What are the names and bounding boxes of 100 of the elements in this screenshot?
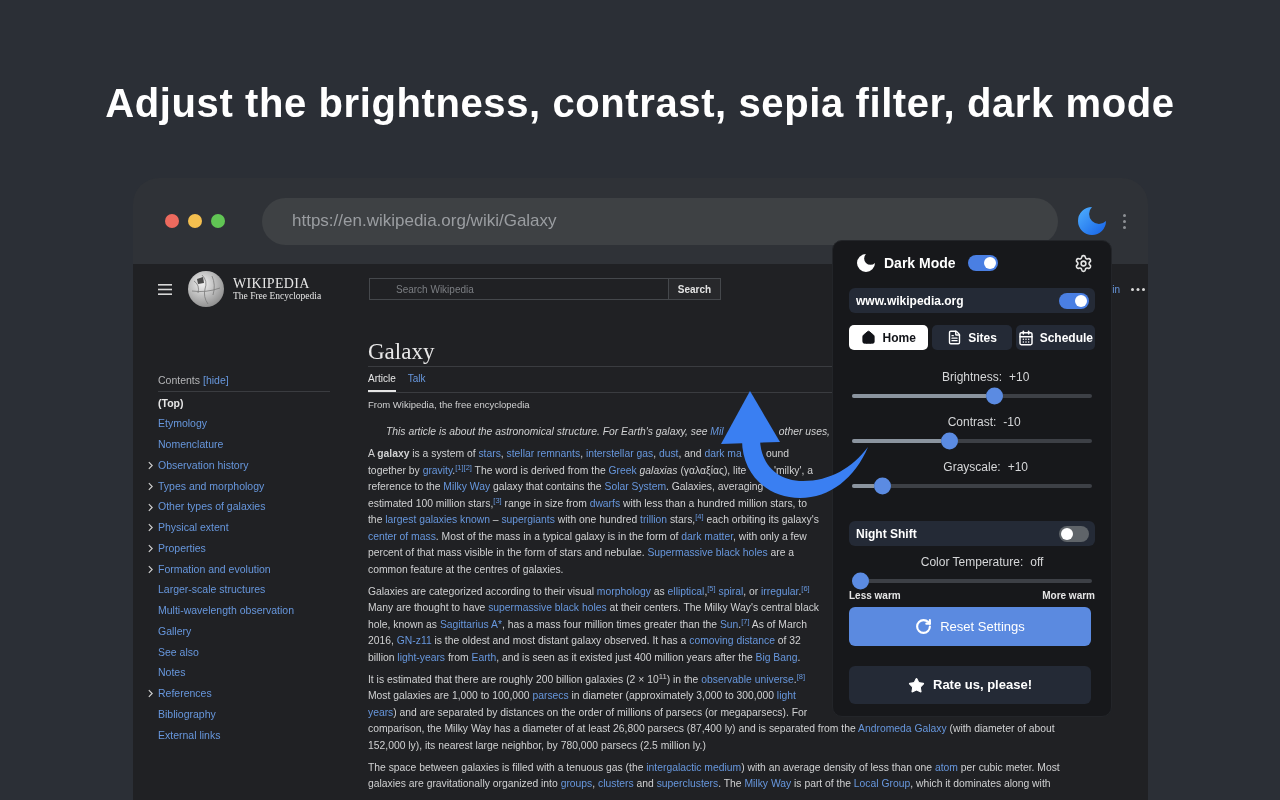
toggle-switch[interactable] <box>1059 292 1089 309</box>
contents-link[interactable]: Other types of galaxies <box>158 499 266 515</box>
slider-thumb[interactable] <box>985 387 1003 405</box>
rate-button[interactable]: Rate us, please! <box>849 666 1091 704</box>
headline: Adjust the brightness, contrast, sepia filter, dark mode <box>105 80 1175 126</box>
article-link[interactable]: light <box>776 690 796 701</box>
globe-logo-icon[interactable] <box>188 271 224 307</box>
reset-button[interactable]: Reset Settings <box>849 607 1091 646</box>
house-icon <box>861 330 877 345</box>
toggle-switch[interactable] <box>967 255 998 271</box>
article-link[interactable]: center of mass <box>368 530 436 542</box>
contents-link[interactable]: Types and morphology <box>158 478 265 495</box>
contents-link[interactable]: Gallery <box>158 623 192 640</box>
account-link[interactable]: in <box>1112 281 1120 297</box>
settings-icon[interactable] <box>1074 253 1093 273</box>
article-link[interactable]: GN-z11 <box>396 635 432 646</box>
article-link[interactable]: Mil <box>710 426 724 437</box>
article-link[interactable]: morphology <box>596 585 651 597</box>
popup-tab[interactable]: Sites <box>932 325 1012 350</box>
maximize-window-icon[interactable] <box>211 214 225 228</box>
article-link[interactable]: atom <box>934 761 958 773</box>
kebab-menu-icon[interactable] <box>1123 213 1126 229</box>
hide-link[interactable]: [hide] <box>203 372 229 388</box>
article-link[interactable]: light-years <box>397 651 446 663</box>
contents-link[interactable]: Nomenclature <box>158 437 224 453</box>
article-link[interactable]: largest galaxies known <box>385 514 490 525</box>
slider-reading: -10 <box>1002 414 1022 430</box>
min-label: Less warm <box>849 590 901 602</box>
slider-reading: +10 <box>1006 459 1030 475</box>
article-link[interactable]: Milky Way <box>744 778 792 789</box>
chevron-icon[interactable] <box>148 689 153 699</box>
article-link[interactable]: Sun <box>719 618 739 630</box>
document-icon <box>947 330 963 345</box>
contents-link[interactable]: Physical extent <box>158 520 229 536</box>
article-link[interactable]: Big Bang <box>755 651 798 663</box>
article-link[interactable]: parsecs <box>532 690 569 701</box>
more-icon[interactable] <box>1131 287 1145 291</box>
slider-thumb[interactable] <box>941 432 959 450</box>
moon-extension-icon[interactable] <box>1078 207 1106 235</box>
contents-link[interactable]: Notes <box>158 665 186 681</box>
article-link[interactable]: Greek <box>608 464 637 476</box>
search-button[interactable]: Search <box>669 278 721 300</box>
slider-reading: off <box>1029 554 1045 570</box>
article-link[interactable]: dark ma <box>704 448 742 459</box>
popup-title: Dark Mode <box>884 253 956 273</box>
contents-link[interactable]: Multi-wavelength observation <box>158 603 294 619</box>
close-window-icon[interactable] <box>165 214 179 228</box>
contents-link[interactable]: (Top) <box>158 395 184 412</box>
slider-thumb[interactable] <box>874 477 892 495</box>
contents-link[interactable]: External links <box>158 727 221 744</box>
article-link[interactable]: clusters <box>598 778 634 789</box>
popup-tab[interactable]: Home <box>849 325 929 350</box>
article-link[interactable]: stars <box>478 448 501 459</box>
article-link[interactable]: elliptical <box>667 585 705 597</box>
article-link[interactable]: dark matter <box>681 530 734 542</box>
search-field[interactable]: Search Wikipedia <box>369 278 669 300</box>
chevron-icon[interactable] <box>148 502 153 512</box>
chevron-icon[interactable] <box>148 564 153 574</box>
article-link[interactable]: Sagittarius A* <box>439 618 502 630</box>
chevron-icon[interactable] <box>148 461 153 471</box>
chevron-icon[interactable] <box>148 481 153 491</box>
slider-label: Grayscale: <box>943 459 1001 475</box>
article-tab[interactable]: Article <box>368 367 396 392</box>
toggle-switch[interactable] <box>1059 525 1089 542</box>
star-icon <box>908 676 925 694</box>
article-link[interactable]: comoving distance <box>689 635 775 646</box>
reset-icon <box>915 618 933 635</box>
site-label: www.wikipedia.org <box>856 292 964 310</box>
article-tab[interactable]: Talk <box>407 367 426 392</box>
contents-link[interactable]: Properties <box>158 540 206 557</box>
address-bar[interactable]: https://en.wikipedia.org/wiki/Galaxy <box>262 197 1058 245</box>
minimize-window-icon[interactable] <box>188 214 202 228</box>
article-link[interactable]: Milky Way <box>443 481 491 492</box>
menu-icon[interactable] <box>158 283 172 295</box>
article-link[interactable]: trillion <box>640 514 668 525</box>
slider-thumb[interactable] <box>852 572 869 590</box>
contents-link[interactable]: Bibliography <box>158 706 216 723</box>
max-label: More warm <box>1042 590 1095 602</box>
wikipedia-tagline: The Free Encyclopedia <box>233 291 322 302</box>
article-link[interactable]: observable universe <box>701 673 794 685</box>
article-link[interactable]: supergiants <box>501 514 555 525</box>
contents-link[interactable]: Etymology <box>158 416 208 432</box>
article-link[interactable]: gravity <box>422 464 453 476</box>
contents-link[interactable]: See also <box>158 644 199 661</box>
popup-tab[interactable]: Schedule <box>1015 325 1095 350</box>
contents-link[interactable]: Formation and evolution <box>158 561 271 578</box>
article-link[interactable]: irregular <box>761 585 799 597</box>
article-link[interactable]: Andromeda Galaxy <box>858 723 947 734</box>
chevron-icon[interactable] <box>148 544 153 554</box>
article-paragraph: Galaxies are categorized according to their visual morphology as elliptical,$^{[5]}$ spiral, or irregular.$^{[6]}$ Many are thought to have supermassive black holes at their centers. The Milky Way's central black hole, known as Sagittarius A*, has a mass four million times greater than the Sun.$^{[7]}$ As of March 2016, GN-z11 is the oldest and most distant galaxy observed. It has a comoving distance of 32 billion light-years from Earth, and is seen as it existed just 400 million years after the Big Bang. <box>368 583 819 665</box>
contents-link[interactable]: Larger-scale structures <box>158 582 266 598</box>
contents-link[interactable]: Observation history <box>158 457 249 474</box>
wikipedia-wordmark: WIKIPEDIA <box>233 276 311 291</box>
chevron-icon[interactable] <box>148 523 153 533</box>
contents-link[interactable]: References <box>158 686 212 702</box>
article-link[interactable]: supermassive black holes <box>488 602 607 613</box>
moon-icon <box>857 254 875 272</box>
article-link[interactable]: Supermassive black holes <box>647 547 768 558</box>
article-link[interactable]: Solar System <box>604 481 666 492</box>
article-link[interactable]: dwarfs <box>589 497 621 509</box>
